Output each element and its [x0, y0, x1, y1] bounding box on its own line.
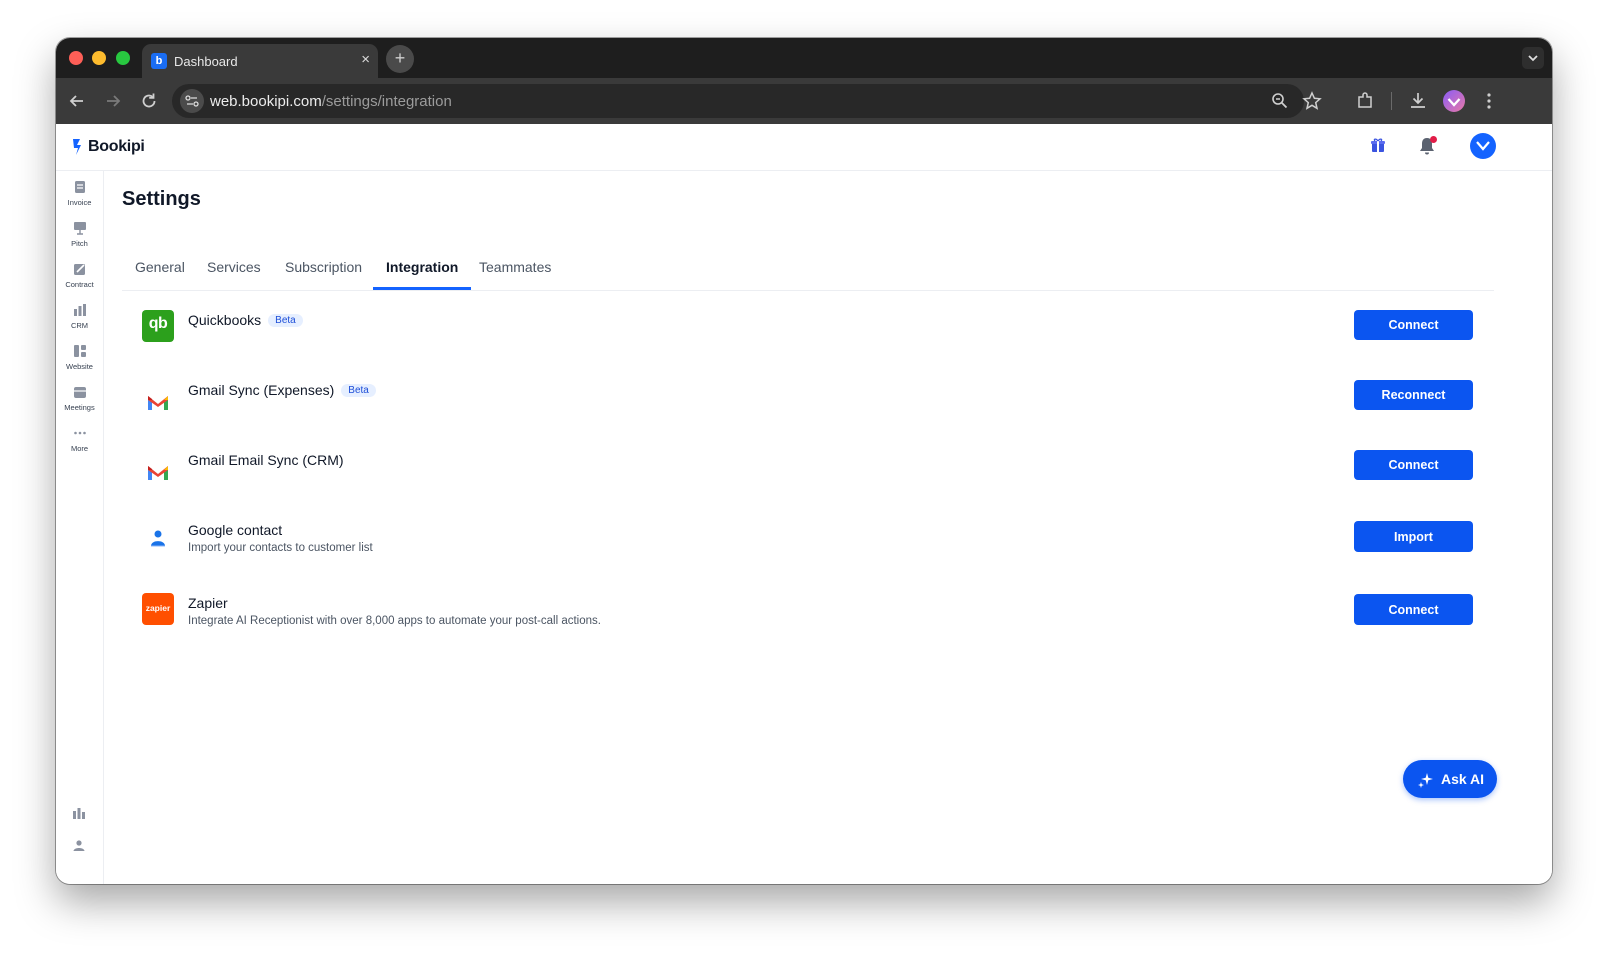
chevron-down-icon — [1528, 55, 1538, 62]
page-title: Settings — [122, 188, 201, 210]
gift-icon[interactable] — [1370, 137, 1386, 153]
minimize-window-button[interactable] — [92, 51, 106, 65]
ask-ai-button[interactable]: Ask AI — [1403, 760, 1497, 798]
zapier-icon: zapier — [142, 593, 174, 625]
invoice-icon — [74, 181, 85, 193]
app-header: Bookipi — [56, 124, 1552, 171]
settings-tabs: General Services Subscription Integratio… — [122, 256, 1494, 291]
integration-row-zapier: zapier Zapier Integrate AI Receptionist … — [122, 593, 1494, 639]
more-icon — [73, 431, 86, 435]
app-sidebar: Invoice Pitch Contract CRM Website Meeti… — [56, 170, 104, 884]
toolbar-divider — [1391, 92, 1392, 110]
beta-badge: Beta — [341, 384, 376, 397]
gmail-icon — [148, 466, 168, 480]
user-avatar[interactable] — [1470, 133, 1496, 159]
sidebar-item-crm[interactable]: CRM — [56, 303, 103, 330]
sidebar-item-label: CRM — [70, 321, 89, 330]
gmail-icon — [148, 396, 168, 410]
integration-description: Integrate AI Receptionist with over 8,00… — [188, 615, 601, 627]
brand-name: Bookipi — [88, 138, 145, 155]
profile-avatar[interactable] — [1443, 90, 1465, 112]
avatar-check-icon — [1476, 141, 1490, 151]
tab-teammates[interactable]: Teammates — [466, 256, 564, 290]
site-settings-icon[interactable] — [180, 89, 204, 113]
import-google-contacts-button[interactable]: Import — [1354, 521, 1473, 552]
browser-window: b Dashboard × + web.bookipi.com/settings… — [56, 38, 1552, 884]
quickbooks-icon: qb — [142, 310, 174, 342]
ask-ai-label: Ask AI — [1441, 771, 1485, 787]
url-path: /settings/integration — [321, 93, 452, 110]
sparkle-icon — [1418, 773, 1433, 788]
quickbooks-mark: qb — [148, 315, 168, 332]
sidebar-item-contract[interactable]: Contract — [56, 262, 103, 289]
sidebar-item-meetings[interactable]: Meetings — [56, 385, 103, 412]
sidebar-item-invoice[interactable]: Invoice — [56, 180, 103, 207]
beta-badge: Beta — [268, 314, 303, 327]
browser-toolbar: web.bookipi.com/settings/integration — [56, 78, 1552, 124]
bookipi-logo[interactable]: Bookipi — [72, 137, 145, 157]
tab-integration[interactable]: Integration — [373, 256, 472, 290]
integration-title: Quickbooks — [188, 312, 262, 328]
connect-quickbooks-button[interactable]: Connect — [1354, 310, 1473, 340]
website-icon — [73, 345, 86, 357]
integration-description: Import your contacts to customer list — [188, 542, 373, 554]
connect-zapier-button[interactable]: Connect — [1354, 594, 1473, 625]
close-window-button[interactable] — [69, 51, 83, 65]
forward-icon[interactable] — [102, 90, 124, 112]
integration-name: Google contact — [188, 522, 283, 538]
tab-subscription[interactable]: Subscription — [272, 256, 375, 290]
sidebar-item-more[interactable]: More — [56, 426, 103, 453]
browser-tab[interactable]: b Dashboard × — [142, 44, 378, 78]
integration-name: Quickbooks Beta — [188, 312, 303, 328]
back-icon[interactable] — [66, 90, 88, 112]
meetings-icon — [73, 387, 86, 398]
integration-title: Gmail Sync (Expenses) — [188, 382, 335, 398]
zapier-mark: zapier — [145, 603, 171, 613]
sidebar-item-label: Invoice — [67, 198, 92, 207]
integration-name: Gmail Sync (Expenses) Beta — [188, 382, 376, 398]
tab-search-button[interactable] — [1522, 47, 1544, 69]
pitch-icon — [73, 222, 86, 235]
app-viewport: Bookipi Invoice Pitch Contract CRM Websi… — [56, 124, 1552, 884]
sidebar-item-label: Website — [66, 362, 93, 371]
tab-strip: b Dashboard × + — [56, 38, 1552, 78]
notification-dot — [1430, 136, 1437, 143]
sidebar-item-pitch[interactable]: Pitch — [56, 221, 103, 248]
integration-row-gmail-expenses: Gmail Sync (Expenses) Beta Reconnect — [122, 380, 1494, 426]
crm-icon — [73, 304, 86, 316]
integration-name: Zapier — [188, 595, 228, 611]
extensions-icon[interactable] — [1354, 90, 1376, 112]
tab-general[interactable]: General — [122, 256, 198, 290]
reload-icon[interactable] — [138, 90, 160, 112]
url-host: web.bookipi.com — [210, 93, 322, 110]
sidebar-item-label: Contract — [65, 280, 94, 289]
google-contacts-icon — [151, 530, 165, 547]
profile-icon[interactable] — [72, 838, 86, 852]
new-tab-button[interactable]: + — [386, 45, 414, 73]
download-icon[interactable] — [1407, 90, 1429, 112]
integration-name: Gmail Email Sync (CRM) — [188, 452, 344, 468]
reconnect-gmail-expenses-button[interactable]: Reconnect — [1354, 380, 1473, 410]
address-bar[interactable]: web.bookipi.com/settings/integration — [172, 84, 1322, 118]
sidebar-item-website[interactable]: Website — [56, 344, 103, 371]
integration-row-google-contact: Google contact Import your contacts to c… — [122, 520, 1494, 566]
browser-menu-icon[interactable] — [1478, 90, 1500, 112]
bookmark-star-icon[interactable] — [1301, 90, 1323, 112]
contract-icon — [73, 264, 85, 275]
bookipi-logo-icon — [73, 139, 81, 155]
tab-services[interactable]: Services — [194, 256, 274, 290]
analytics-icon[interactable] — [72, 806, 86, 820]
connect-gmail-crm-button[interactable]: Connect — [1354, 450, 1473, 480]
bookipi-favicon-icon: b — [151, 53, 167, 69]
zoom-icon[interactable] — [1270, 91, 1290, 111]
sidebar-item-label: Pitch — [71, 239, 88, 248]
integration-row-quickbooks: qb Quickbooks Beta Connect — [122, 310, 1494, 356]
sidebar-item-label: More — [70, 444, 89, 453]
maximize-window-button[interactable] — [116, 51, 130, 65]
integration-row-gmail-crm: Gmail Email Sync (CRM) Connect — [122, 450, 1494, 496]
url-text: web.bookipi.com/settings/integration — [210, 93, 452, 110]
tab-title: Dashboard — [174, 54, 238, 69]
sidebar-item-label: Meetings — [64, 403, 95, 412]
tab-close-icon[interactable]: × — [361, 51, 370, 68]
